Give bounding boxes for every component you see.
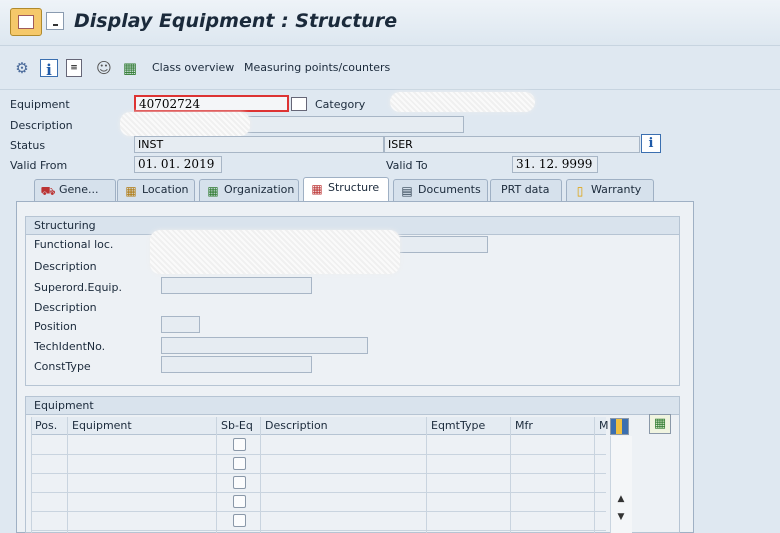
superord-equip-label: Superord.Equip. [34, 281, 122, 294]
equipment-field[interactable]: 40702724 [134, 95, 289, 112]
col-eqmttype[interactable]: EqmtType [427, 417, 485, 435]
document-lines-icon[interactable]: ≡ [66, 59, 82, 77]
col-mfr[interactable]: Mfr [511, 417, 533, 435]
sb-eq-checkbox[interactable] [233, 476, 246, 489]
tab-label: Gene... [59, 183, 99, 196]
redacted-description [120, 112, 250, 136]
tab-general[interactable]: ⛟ Gene... [34, 179, 116, 201]
techident-label: TechIdentNo. [34, 340, 106, 353]
col-sb-eq[interactable]: Sb-Eq [217, 417, 253, 435]
measuring-points-button[interactable]: Measuring points/counters [244, 61, 390, 74]
partners-icon[interactable]: ☺ [94, 58, 114, 78]
table-row[interactable] [31, 455, 606, 474]
col-description[interactable]: Description [261, 417, 328, 435]
tab-label: Location [142, 183, 189, 196]
structuring-description-label: Description [34, 260, 97, 273]
tab-label: Organization [224, 183, 295, 196]
status-label: Status [10, 139, 46, 152]
sb-eq-checkbox[interactable] [233, 457, 246, 470]
status-info-icon[interactable]: i [641, 134, 661, 153]
valid-from-field: 01. 01. 2019 [134, 156, 222, 173]
vehicle-icon: ⛟ [40, 184, 56, 198]
sb-eq-checkbox[interactable] [233, 514, 246, 527]
tab-structure[interactable]: ▦ Structure [303, 177, 389, 202]
menu-dropdown-button[interactable] [46, 12, 64, 30]
description-label: Description [10, 119, 73, 132]
tab-documents[interactable]: ▤ Documents [393, 179, 488, 201]
hierarchy-list-icon[interactable]: ▦ [649, 414, 671, 434]
table-row[interactable] [31, 493, 606, 512]
tab-label: Warranty [591, 183, 642, 196]
display-object-icon[interactable] [291, 97, 307, 111]
info-icon[interactable]: i [40, 59, 58, 79]
col-m[interactable]: M [595, 417, 609, 435]
valid-to-field: 31. 12. 9999 [512, 156, 598, 173]
sb-eq-checkbox[interactable] [233, 495, 246, 508]
structure-icon: ▦ [311, 182, 323, 196]
consttype-label: ConstType [34, 360, 91, 373]
class-overview-button[interactable]: Class overview [152, 61, 234, 74]
table-row[interactable] [31, 436, 606, 455]
glasses-edit-icon[interactable]: ⚙ [12, 58, 32, 78]
user-status-field: ISER [384, 136, 640, 153]
consttype-field[interactable] [161, 356, 312, 373]
scroll-up-icon[interactable]: ▲ [614, 494, 628, 506]
documents-icon: ▤ [401, 184, 413, 198]
scroll-down-icon[interactable]: ▼ [614, 512, 628, 524]
table-row[interactable] [31, 512, 606, 531]
equipment-group-title: Equipment [26, 397, 679, 415]
category-label: Category [315, 98, 366, 111]
equipment-label: Equipment [10, 98, 70, 111]
org-icon: ▦ [207, 184, 219, 198]
tab-warranty[interactable]: ▯ Warranty [566, 179, 654, 201]
table-row[interactable] [31, 474, 606, 493]
redacted-category [390, 92, 535, 112]
valid-to-label: Valid To [386, 159, 428, 172]
sb-eq-checkbox[interactable] [233, 438, 246, 451]
valid-from-label: Valid From [10, 159, 68, 172]
tab-organization[interactable]: ▦ Organization [199, 179, 299, 201]
position-field[interactable] [161, 316, 200, 333]
hierarchy-icon[interactable]: ▦ [120, 58, 140, 78]
col-pos[interactable]: Pos. [31, 417, 57, 435]
tab-label: PRT data [501, 183, 550, 196]
superord-equip-field[interactable] [161, 277, 312, 294]
location-icon: ▦ [125, 184, 137, 198]
status-field: INST [134, 136, 384, 153]
warranty-icon: ▯ [576, 184, 584, 198]
functional-loc-label: Functional loc. [34, 238, 114, 251]
col-equipment[interactable]: Equipment [68, 417, 132, 435]
tab-label: Structure [328, 181, 380, 194]
column-config-icon[interactable] [610, 418, 629, 435]
redacted-functional-loc [150, 230, 400, 274]
tab-label: Documents [418, 183, 481, 196]
page-title: Display Equipment : Structure [74, 10, 398, 32]
tab-prt-data[interactable]: PRT data [490, 179, 562, 201]
structuring-description2-label: Description [34, 301, 97, 314]
position-label: Position [34, 320, 77, 333]
tab-location[interactable]: ▦ Location [117, 179, 195, 201]
techident-field[interactable] [161, 337, 368, 354]
app-menu-icon[interactable] [10, 8, 42, 36]
